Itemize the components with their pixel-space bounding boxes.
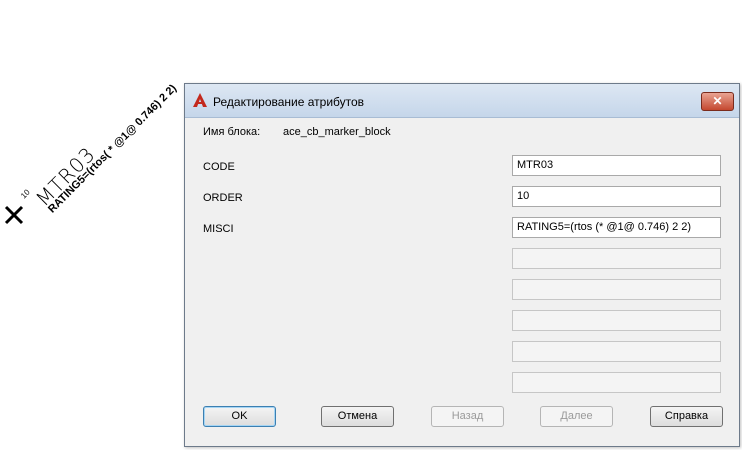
back-button[interactable]: Назад [431, 406, 504, 427]
attribute-value-misci[interactable]: RATING5=(rtos (* @1@ 0.746) 2 2) [512, 217, 721, 238]
marker-order-text: 10 [19, 187, 32, 201]
attribute-tag-order: ORDER [203, 192, 243, 204]
marker-rating-text: RATING5=(rtos( * @1@ 0.746) 2 2) [46, 82, 180, 216]
next-button[interactable]: Далее [540, 406, 613, 427]
block-name-value: ace_cb_marker_block [283, 126, 391, 138]
attribute-value-empty [512, 341, 721, 362]
attribute-tag-misci: MISCI [203, 223, 234, 235]
autocad-a-icon [193, 93, 207, 107]
attribute-value-empty [512, 372, 721, 393]
attribute-value-code[interactable]: MTR03 [512, 155, 721, 176]
x-marker-icon [4, 205, 24, 225]
edit-attributes-dialog: Редактирование атрибутов ✕ Имя блока: ac… [184, 83, 740, 447]
attribute-tag-code: CODE [203, 161, 235, 173]
cancel-button[interactable]: Отмена [321, 406, 394, 427]
attribute-value-empty [512, 310, 721, 331]
ok-button[interactable]: OK [203, 406, 276, 427]
attribute-value-order[interactable]: 10 [512, 186, 721, 207]
close-button[interactable]: ✕ [701, 92, 734, 111]
help-button[interactable]: Справка [650, 406, 723, 427]
attribute-value-empty [512, 279, 721, 300]
dialog-titlebar[interactable]: Редактирование атрибутов ✕ [185, 84, 739, 118]
attribute-value-empty [512, 248, 721, 269]
dialog-title: Редактирование атрибутов [213, 95, 365, 109]
block-name-label: Имя блока: [203, 126, 261, 138]
